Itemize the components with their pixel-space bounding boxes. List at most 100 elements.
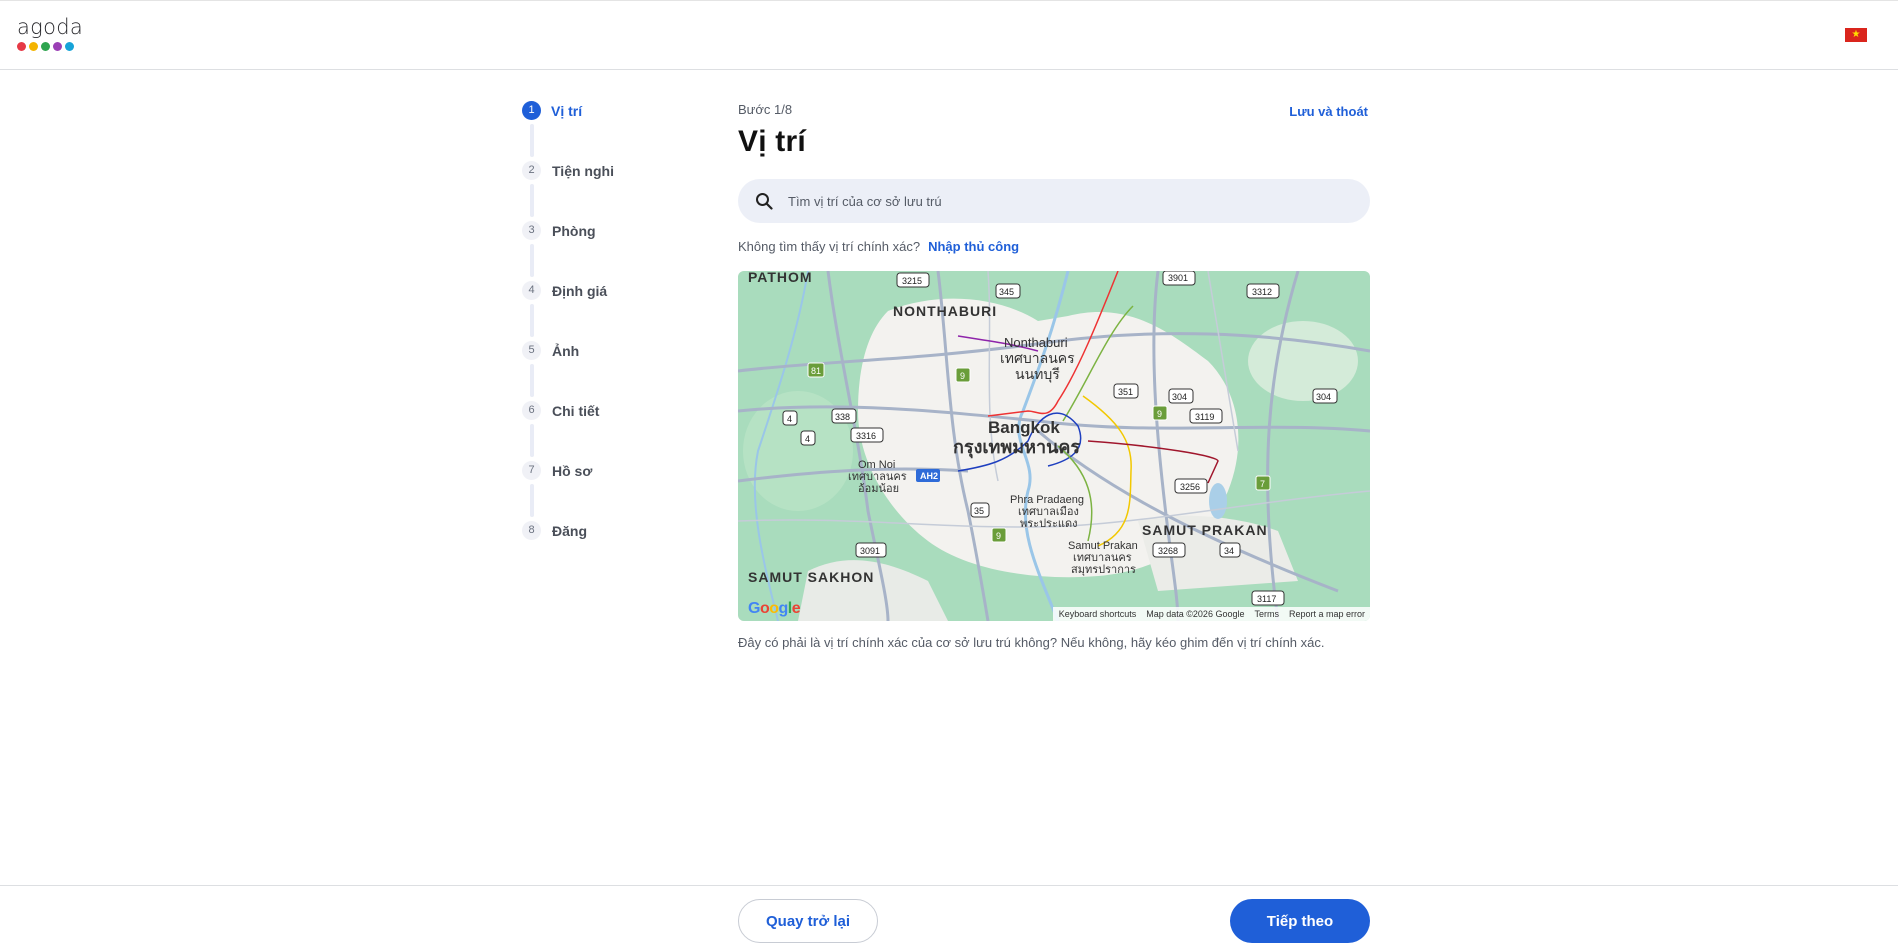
road-shield: 304	[1312, 388, 1338, 404]
step-number: 7	[522, 461, 541, 480]
map-label-pathom: PATHOM	[748, 271, 813, 285]
map-label-bangkok-th: กรุงเทพมหานคร	[953, 437, 1080, 459]
road-shield: 3268	[1152, 542, 1186, 558]
road-shield: 304	[1168, 388, 1194, 404]
svg-text:351: 351	[1118, 387, 1133, 397]
step-connector	[530, 484, 534, 517]
step-number: 2	[522, 161, 541, 180]
step-label: Định giá	[552, 283, 608, 299]
svg-text:34: 34	[1224, 546, 1234, 556]
logo-dot-blue	[65, 42, 74, 51]
road-shield: 351	[1113, 383, 1139, 399]
step-connector	[530, 184, 534, 217]
road-shield: 3119	[1189, 408, 1223, 424]
bottom-bar: Quay trở lại Tiếp theo	[0, 885, 1898, 951]
step-connector	[530, 244, 534, 277]
search-icon	[756, 193, 773, 210]
road-shield: 9	[1152, 405, 1168, 421]
svg-text:4: 4	[787, 414, 792, 424]
step-number: 5	[522, 341, 541, 360]
step-number: 4	[522, 281, 541, 300]
svg-text:9: 9	[1157, 409, 1162, 419]
step-publish[interactable]: 8 Đăng	[522, 521, 682, 581]
step-label: Hồ sơ	[552, 463, 593, 479]
road-shield: 3901	[1162, 271, 1196, 286]
map-label-samut-prakan-th: เทศบาลนคร	[1073, 552, 1132, 564]
step-amenities[interactable]: 2 Tiện nghi	[522, 161, 682, 221]
road-shield: 81	[807, 362, 825, 378]
agoda-logo[interactable]: agoda	[17, 16, 83, 52]
map-label-om-noi-th: เทศบาลนคร	[848, 471, 907, 483]
logo-dots	[17, 42, 83, 51]
svg-text:3901: 3901	[1168, 273, 1188, 283]
step-label: Phòng	[552, 223, 596, 239]
step-navigation: 1 Vị trí 2 Tiện nghi 3 Phòng 4 Định giá …	[522, 101, 682, 581]
road-shield: 338	[831, 408, 857, 424]
road-shield: 7	[1255, 475, 1271, 491]
map-label-phra-pradaeng: Phra Pradaeng	[1010, 494, 1084, 506]
road-shield: 9	[955, 367, 971, 383]
svg-text:4: 4	[805, 434, 810, 444]
map-hint-text: Đây có phải là vị trí chính xác của cơ s…	[738, 635, 1325, 650]
step-label: Ảnh	[552, 343, 580, 359]
step-number: 8	[522, 521, 541, 540]
svg-text:9: 9	[996, 531, 1001, 541]
keyboard-shortcuts-link[interactable]: Keyboard shortcuts	[1059, 609, 1137, 619]
road-shield: 3091	[855, 542, 887, 558]
svg-text:81: 81	[811, 366, 821, 376]
step-rooms[interactable]: 3 Phòng	[522, 221, 682, 281]
top-bar: agoda ★	[0, 0, 1898, 70]
map-label-samut-prakan: Samut Prakan	[1068, 540, 1138, 552]
next-button[interactable]: Tiếp theo	[1230, 899, 1370, 943]
location-map[interactable]: PATHOM NONTHABURI Nonthaburi เทศบาลนคร น…	[738, 271, 1370, 621]
road-shield: 345	[995, 283, 1021, 299]
map-terms-link[interactable]: Terms	[1254, 609, 1279, 619]
map-label-samut-prakan-th2: สมุทรปราการ	[1071, 564, 1136, 576]
road-shield: 3215	[896, 272, 930, 288]
step-connector	[530, 124, 534, 157]
road-shield-ah2: AH2	[916, 469, 940, 482]
not-found-row: Không tìm thấy vị trí chính xác? Nhập thủ…	[738, 239, 1370, 254]
step-photos[interactable]: 5 Ảnh	[522, 341, 682, 401]
report-map-error-link[interactable]: Report a map error	[1289, 609, 1365, 619]
back-button[interactable]: Quay trở lại	[738, 899, 878, 943]
logo-dot-purple	[53, 42, 62, 51]
map-label-om-noi-th2: อ้อมน้อย	[858, 483, 899, 495]
step-details[interactable]: 6 Chi tiết	[522, 401, 682, 461]
step-pricing[interactable]: 4 Định giá	[522, 281, 682, 341]
svg-text:345: 345	[999, 287, 1014, 297]
step-number: 3	[522, 221, 541, 240]
road-shield: 4	[782, 410, 798, 426]
map-green-area	[1248, 321, 1358, 401]
step-location[interactable]: 1 Vị trí	[522, 101, 682, 161]
road-shield: 35	[970, 502, 990, 518]
map-attribution: Keyboard shortcuts Map data ©2026 Google…	[1052, 607, 1370, 621]
map-canvas[interactable]: PATHOM NONTHABURI Nonthaburi เทศบาลนคร น…	[738, 271, 1370, 621]
step-profile[interactable]: 7 Hồ sơ	[522, 461, 682, 521]
map-label-nonthaburi: Nonthaburi	[1004, 335, 1068, 350]
svg-text:3215: 3215	[902, 276, 922, 286]
search-input[interactable]	[788, 179, 1348, 223]
map-label-phra-pradaeng-th: เทศบาลเมือง	[1018, 505, 1079, 518]
vietnam-flag-icon[interactable]: ★	[1845, 28, 1867, 42]
map-label-bangkok: Bangkok	[988, 418, 1060, 437]
map-label-nonthaburi-th2: นนทบุรี	[1015, 366, 1060, 383]
road-shield: 3117	[1251, 590, 1285, 606]
google-logo: Google	[748, 600, 801, 617]
step-label: Chi tiết	[552, 403, 600, 419]
svg-text:7: 7	[1260, 479, 1265, 489]
location-search[interactable]	[738, 179, 1370, 223]
manual-entry-link[interactable]: Nhập thủ công	[928, 239, 1019, 254]
step-connector	[530, 304, 534, 337]
road-shield: 3256	[1174, 478, 1208, 494]
road-shield: 3316	[850, 427, 884, 443]
map-label-om-noi: Om Noi	[858, 459, 895, 471]
step-connector	[530, 424, 534, 457]
road-shield: 3312	[1246, 283, 1280, 299]
save-and-exit-link[interactable]: Lưu và thoát	[1289, 104, 1368, 119]
svg-text:35: 35	[974, 506, 984, 516]
svg-text:3268: 3268	[1158, 546, 1178, 556]
road-shield: 4	[800, 430, 816, 446]
logo-dot-yellow	[29, 42, 38, 51]
map-label-phra-pradaeng-th2: พระประแดง	[1020, 518, 1077, 530]
